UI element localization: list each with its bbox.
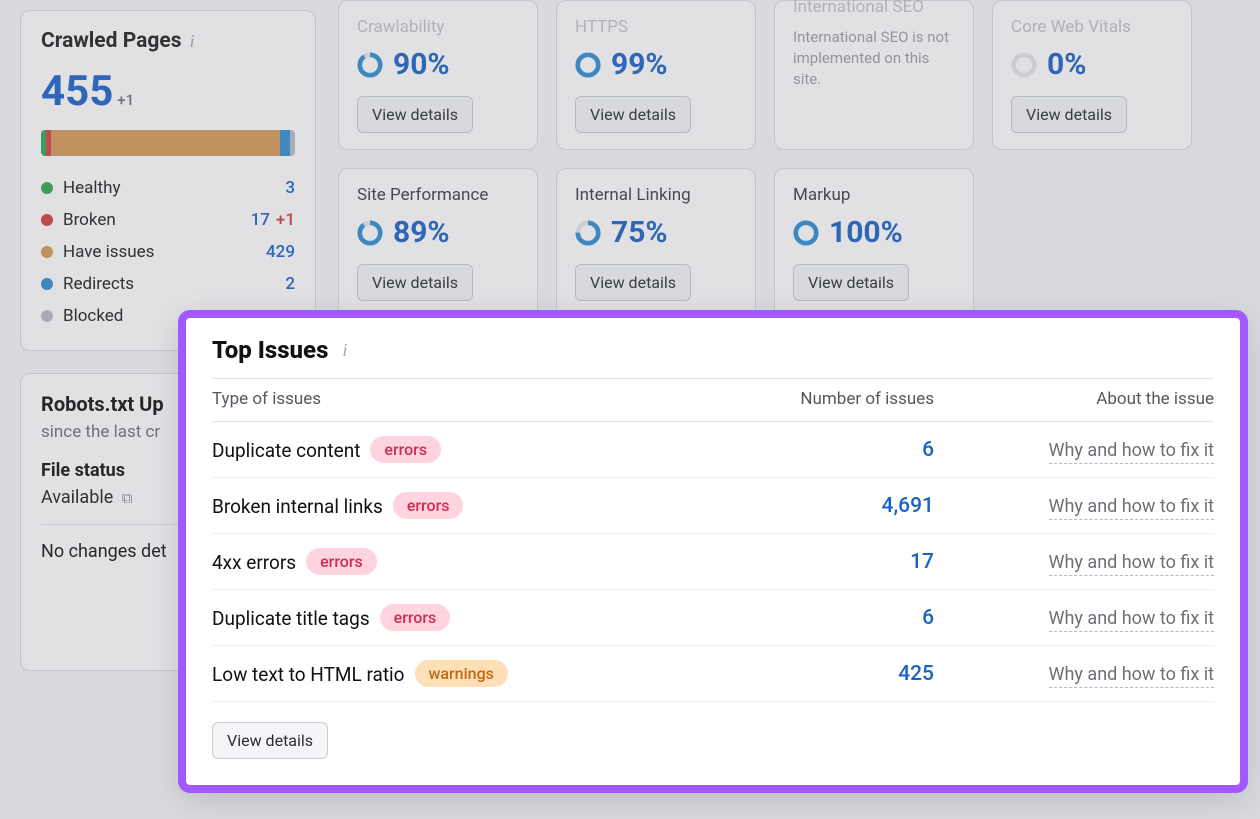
info-icon[interactable]: i (342, 340, 347, 361)
card-pct: 100% (829, 215, 903, 250)
legend-label: Healthy (63, 178, 285, 198)
issue-count[interactable]: 6 (714, 422, 934, 478)
view-details-button[interactable]: View details (793, 264, 909, 301)
legend-dot-icon (41, 310, 53, 322)
donut-icon (357, 52, 383, 78)
metric-card: International SEO International SEO is no… (774, 0, 974, 150)
metric-card: Core Web Vitals 0% View details (992, 0, 1192, 150)
card-pct: 89% (393, 215, 450, 250)
top-issues-title: Top Issues (212, 336, 328, 364)
card-title: Site Performance (357, 185, 519, 205)
crawled-pages-title: Crawled Pages (41, 29, 181, 53)
legend-row[interactable]: Redirects2 (41, 268, 295, 300)
legend-dot-icon (41, 278, 53, 290)
donut-icon (793, 220, 819, 246)
why-fix-link[interactable]: Why and how to fix it (1049, 552, 1214, 576)
legend-label: Broken (63, 210, 251, 230)
issue-name[interactable]: Broken internal linkserrors (212, 478, 714, 534)
donut-icon (1011, 52, 1037, 78)
donut-icon (575, 220, 601, 246)
card-title: Crawlability (357, 17, 519, 37)
legend-dot-icon (41, 214, 53, 226)
view-details-button[interactable]: View details (1011, 96, 1127, 133)
card-pct: 0% (1047, 47, 1086, 82)
issue-row: Low text to HTML ratiowarnings425 Why and… (212, 646, 1214, 702)
issue-row: 4xx errorserrors17 Why and how to fix it (212, 534, 1214, 590)
top-issues-table: Type of issues Number of issues About th… (212, 378, 1214, 702)
issue-badge: errors (370, 436, 441, 463)
card-title: Internal Linking (575, 185, 737, 205)
top-issues-view-details-button[interactable]: View details (212, 722, 328, 759)
card-pct: 75% (611, 215, 668, 250)
issue-name[interactable]: Duplicate title tagserrors (212, 590, 714, 646)
issue-name[interactable]: 4xx errorserrors (212, 534, 714, 590)
issue-row: Duplicate title tagserrors6 Why and how t… (212, 590, 1214, 646)
view-details-button[interactable]: View details (357, 96, 473, 133)
issue-badge: warnings (415, 660, 508, 687)
view-details-button[interactable]: View details (575, 96, 691, 133)
col-about: About the issue (934, 379, 1214, 422)
legend-label: Have issues (63, 242, 266, 262)
bar-segment[interactable] (290, 130, 295, 156)
bar-segment[interactable] (280, 130, 290, 156)
card-title: Markup (793, 185, 955, 205)
why-fix-link[interactable]: Why and how to fix it (1049, 608, 1214, 632)
crawled-delta: +1 (117, 91, 134, 109)
issue-count[interactable]: 425 (714, 646, 934, 702)
bar-segment[interactable] (51, 130, 280, 156)
metric-card: Site Performance 89% View details (338, 168, 538, 318)
issue-row: Duplicate contenterrors6 Why and how to f… (212, 422, 1214, 478)
col-type: Type of issues (212, 379, 714, 422)
legend-row[interactable]: Have issues429 (41, 236, 295, 268)
legend-value: 3 (285, 178, 295, 198)
issue-badge: errors (393, 492, 464, 519)
info-icon[interactable]: i (189, 31, 194, 52)
card-note: International SEO is not implemented on … (793, 27, 955, 90)
legend-value: 17 (251, 210, 270, 230)
issue-row: Broken internal linkserrors4,691 Why and … (212, 478, 1214, 534)
crawled-count[interactable]: 455 (41, 67, 113, 116)
issue-badge: errors (380, 604, 451, 631)
donut-icon (357, 220, 383, 246)
issue-count[interactable]: 17 (714, 534, 934, 590)
issue-name[interactable]: Low text to HTML ratiowarnings (212, 646, 714, 702)
why-fix-link[interactable]: Why and how to fix it (1049, 440, 1214, 464)
crawled-stacked-bar[interactable] (41, 130, 295, 156)
legend-dot-icon (41, 182, 53, 194)
legend-value: 2 (285, 274, 295, 294)
view-details-button[interactable]: View details (575, 264, 691, 301)
legend-label: Redirects (63, 274, 285, 294)
col-num: Number of issues (714, 379, 934, 422)
card-title: International SEO (793, 0, 955, 17)
metric-card: Internal Linking 75% View details (556, 168, 756, 318)
why-fix-link[interactable]: Why and how to fix it (1049, 496, 1214, 520)
issue-count[interactable]: 4,691 (714, 478, 934, 534)
view-details-button[interactable]: View details (357, 264, 473, 301)
legend-row[interactable]: Healthy3 (41, 172, 295, 204)
card-pct: 99% (611, 47, 668, 82)
card-pct: 90% (393, 47, 450, 82)
metric-card: HTTPS 99% View details (556, 0, 756, 150)
card-title: HTTPS (575, 17, 737, 37)
robots-file-status-value[interactable]: Available (41, 487, 113, 508)
issue-name[interactable]: Duplicate contenterrors (212, 422, 714, 478)
legend-dot-icon (41, 246, 53, 258)
why-fix-link[interactable]: Why and how to fix it (1049, 664, 1214, 688)
legend-row[interactable]: Broken17 +1 (41, 204, 295, 236)
metric-card: Markup 100% View details (774, 168, 974, 318)
crawled-pages-panel: Crawled Pages i 455 +1 Healthy3 Broken17 +… (20, 10, 316, 351)
legend-delta: +1 (276, 210, 295, 230)
metric-card: Crawlability 90% View details (338, 0, 538, 150)
legend-value: 429 (266, 242, 295, 262)
external-link-icon[interactable]: ⧉ (122, 489, 133, 507)
donut-icon (575, 52, 601, 78)
card-title: Core Web Vitals (1011, 17, 1173, 37)
top-issues-panel: Top Issues i Type of issues Number of is… (178, 310, 1248, 793)
issue-badge: errors (306, 548, 377, 575)
issue-count[interactable]: 6 (714, 590, 934, 646)
